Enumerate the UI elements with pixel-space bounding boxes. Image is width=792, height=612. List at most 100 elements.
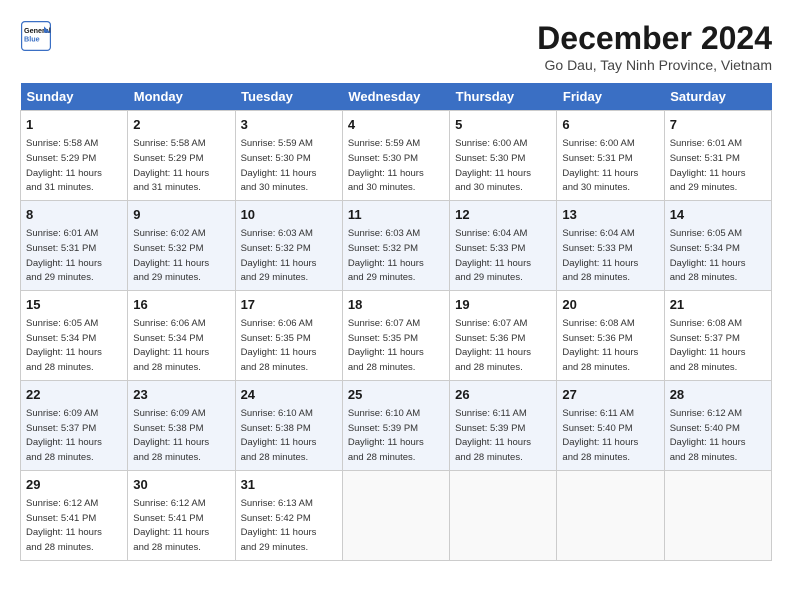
day-number: 4 <box>348 116 444 134</box>
day-number: 29 <box>26 476 122 494</box>
day-info: Sunrise: 6:02 AM Sunset: 5:32 PM Dayligh… <box>133 228 209 283</box>
svg-text:Blue: Blue <box>24 35 40 44</box>
day-info: Sunrise: 6:11 AM Sunset: 5:40 PM Dayligh… <box>562 408 638 463</box>
calendar-cell: 12 Sunrise: 6:04 AM Sunset: 5:33 PM Dayli… <box>450 200 557 290</box>
column-header-friday: Friday <box>557 83 664 111</box>
calendar-cell: 21Sunrise: 6:08 AM Sunset: 5:37 PM Dayli… <box>664 290 771 380</box>
day-info: Sunrise: 6:03 AM Sunset: 5:32 PM Dayligh… <box>241 228 317 283</box>
calendar-cell: 31Sunrise: 6:13 AM Sunset: 5:42 PM Dayli… <box>235 470 342 560</box>
day-info: Sunrise: 6:07 AM Sunset: 5:35 PM Dayligh… <box>348 318 424 373</box>
day-number: 28 <box>670 386 766 404</box>
calendar-cell: 25 Sunrise: 6:10 AM Sunset: 5:39 PM Dayli… <box>342 380 449 470</box>
day-number: 6 <box>562 116 658 134</box>
day-number: 2 <box>133 116 229 134</box>
day-number: 18 <box>348 296 444 314</box>
day-info: Sunrise: 6:06 AM Sunset: 5:35 PM Dayligh… <box>241 318 317 373</box>
calendar-cell: 17 Sunrise: 6:06 AM Sunset: 5:35 PM Dayli… <box>235 290 342 380</box>
calendar-body: 1 Sunrise: 5:58 AM Sunset: 5:29 PM Daylig… <box>21 111 772 561</box>
day-info: Sunrise: 6:06 AM Sunset: 5:34 PM Dayligh… <box>133 318 209 373</box>
day-number: 16 <box>133 296 229 314</box>
day-info: Sunrise: 6:04 AM Sunset: 5:33 PM Dayligh… <box>562 228 638 283</box>
day-info: Sunrise: 6:11 AM Sunset: 5:39 PM Dayligh… <box>455 408 531 463</box>
day-number: 13 <box>562 206 658 224</box>
day-number: 8 <box>26 206 122 224</box>
day-number: 26 <box>455 386 551 404</box>
calendar-cell: 3 Sunrise: 5:59 AM Sunset: 5:30 PM Daylig… <box>235 111 342 201</box>
calendar-cell: 14Sunrise: 6:05 AM Sunset: 5:34 PM Dayli… <box>664 200 771 290</box>
day-number: 1 <box>26 116 122 134</box>
day-info: Sunrise: 6:10 AM Sunset: 5:38 PM Dayligh… <box>241 408 317 463</box>
day-number: 25 <box>348 386 444 404</box>
day-info: Sunrise: 6:08 AM Sunset: 5:36 PM Dayligh… <box>562 318 638 373</box>
calendar-week-4: 22 Sunrise: 6:09 AM Sunset: 5:37 PM Dayli… <box>21 380 772 470</box>
title-area: December 2024 Go Dau, Tay Ninh Province,… <box>537 20 772 73</box>
day-info: Sunrise: 6:09 AM Sunset: 5:37 PM Dayligh… <box>26 408 102 463</box>
day-info: Sunrise: 5:58 AM Sunset: 5:29 PM Dayligh… <box>26 138 102 193</box>
column-header-tuesday: Tuesday <box>235 83 342 111</box>
calendar-cell: 26 Sunrise: 6:11 AM Sunset: 5:39 PM Dayli… <box>450 380 557 470</box>
calendar-cell: 2Sunrise: 5:58 AM Sunset: 5:29 PM Daylig… <box>128 111 235 201</box>
column-header-wednesday: Wednesday <box>342 83 449 111</box>
calendar-header-row: SundayMondayTuesdayWednesdayThursdayFrid… <box>21 83 772 111</box>
day-info: Sunrise: 6:07 AM Sunset: 5:36 PM Dayligh… <box>455 318 531 373</box>
day-number: 22 <box>26 386 122 404</box>
day-number: 12 <box>455 206 551 224</box>
logo: General Blue <box>20 20 52 52</box>
day-number: 15 <box>26 296 122 314</box>
calendar-cell <box>557 470 664 560</box>
day-number: 24 <box>241 386 337 404</box>
calendar-cell: 18 Sunrise: 6:07 AM Sunset: 5:35 PM Dayli… <box>342 290 449 380</box>
month-title: December 2024 <box>537 20 772 57</box>
day-info: Sunrise: 6:00 AM Sunset: 5:31 PM Dayligh… <box>562 138 638 193</box>
column-header-saturday: Saturday <box>664 83 771 111</box>
day-number: 5 <box>455 116 551 134</box>
day-info: Sunrise: 6:04 AM Sunset: 5:33 PM Dayligh… <box>455 228 531 283</box>
column-header-thursday: Thursday <box>450 83 557 111</box>
calendar-cell: 10 Sunrise: 6:03 AM Sunset: 5:32 PM Dayli… <box>235 200 342 290</box>
day-info: Sunrise: 6:03 AM Sunset: 5:32 PM Dayligh… <box>348 228 424 283</box>
calendar-cell: 16 Sunrise: 6:06 AM Sunset: 5:34 PM Dayli… <box>128 290 235 380</box>
day-info: Sunrise: 6:00 AM Sunset: 5:30 PM Dayligh… <box>455 138 531 193</box>
day-info: Sunrise: 6:01 AM Sunset: 5:31 PM Dayligh… <box>26 228 102 283</box>
header: General Blue December 2024 Go Dau, Tay N… <box>20 20 772 73</box>
day-number: 20 <box>562 296 658 314</box>
day-info: Sunrise: 6:05 AM Sunset: 5:34 PM Dayligh… <box>26 318 102 373</box>
day-number: 30 <box>133 476 229 494</box>
calendar-cell: 28 Sunrise: 6:12 AM Sunset: 5:40 PM Dayli… <box>664 380 771 470</box>
day-number: 3 <box>241 116 337 134</box>
day-info: Sunrise: 6:09 AM Sunset: 5:38 PM Dayligh… <box>133 408 209 463</box>
day-info: Sunrise: 6:12 AM Sunset: 5:41 PM Dayligh… <box>26 498 102 553</box>
day-number: 17 <box>241 296 337 314</box>
calendar-cell: 6 Sunrise: 6:00 AM Sunset: 5:31 PM Daylig… <box>557 111 664 201</box>
calendar-week-1: 1 Sunrise: 5:58 AM Sunset: 5:29 PM Daylig… <box>21 111 772 201</box>
day-number: 11 <box>348 206 444 224</box>
calendar-cell: 15 Sunrise: 6:05 AM Sunset: 5:34 PM Dayli… <box>21 290 128 380</box>
calendar-cell: 20 Sunrise: 6:08 AM Sunset: 5:36 PM Dayli… <box>557 290 664 380</box>
day-number: 21 <box>670 296 766 314</box>
calendar-week-3: 15 Sunrise: 6:05 AM Sunset: 5:34 PM Dayli… <box>21 290 772 380</box>
day-info: Sunrise: 6:12 AM Sunset: 5:40 PM Dayligh… <box>670 408 746 463</box>
day-number: 9 <box>133 206 229 224</box>
calendar-cell: 13 Sunrise: 6:04 AM Sunset: 5:33 PM Dayli… <box>557 200 664 290</box>
day-info: Sunrise: 6:01 AM Sunset: 5:31 PM Dayligh… <box>670 138 746 193</box>
day-number: 27 <box>562 386 658 404</box>
calendar-week-2: 8 Sunrise: 6:01 AM Sunset: 5:31 PM Daylig… <box>21 200 772 290</box>
day-info: Sunrise: 6:13 AM Sunset: 5:42 PM Dayligh… <box>241 498 317 553</box>
location: Go Dau, Tay Ninh Province, Vietnam <box>537 57 772 73</box>
day-number: 10 <box>241 206 337 224</box>
calendar-cell: 11 Sunrise: 6:03 AM Sunset: 5:32 PM Dayli… <box>342 200 449 290</box>
calendar-cell: 23 Sunrise: 6:09 AM Sunset: 5:38 PM Dayli… <box>128 380 235 470</box>
day-info: Sunrise: 5:59 AM Sunset: 5:30 PM Dayligh… <box>241 138 317 193</box>
logo-icon: General Blue <box>20 20 52 52</box>
calendar-cell: 19Sunrise: 6:07 AM Sunset: 5:36 PM Dayli… <box>450 290 557 380</box>
day-info: Sunrise: 6:12 AM Sunset: 5:41 PM Dayligh… <box>133 498 209 553</box>
column-header-monday: Monday <box>128 83 235 111</box>
day-number: 23 <box>133 386 229 404</box>
day-info: Sunrise: 6:10 AM Sunset: 5:39 PM Dayligh… <box>348 408 424 463</box>
calendar-cell: 30 Sunrise: 6:12 AM Sunset: 5:41 PM Dayli… <box>128 470 235 560</box>
calendar-cell: 22 Sunrise: 6:09 AM Sunset: 5:37 PM Dayli… <box>21 380 128 470</box>
calendar-cell <box>342 470 449 560</box>
calendar-cell <box>450 470 557 560</box>
calendar-cell <box>664 470 771 560</box>
calendar-cell: 8 Sunrise: 6:01 AM Sunset: 5:31 PM Daylig… <box>21 200 128 290</box>
